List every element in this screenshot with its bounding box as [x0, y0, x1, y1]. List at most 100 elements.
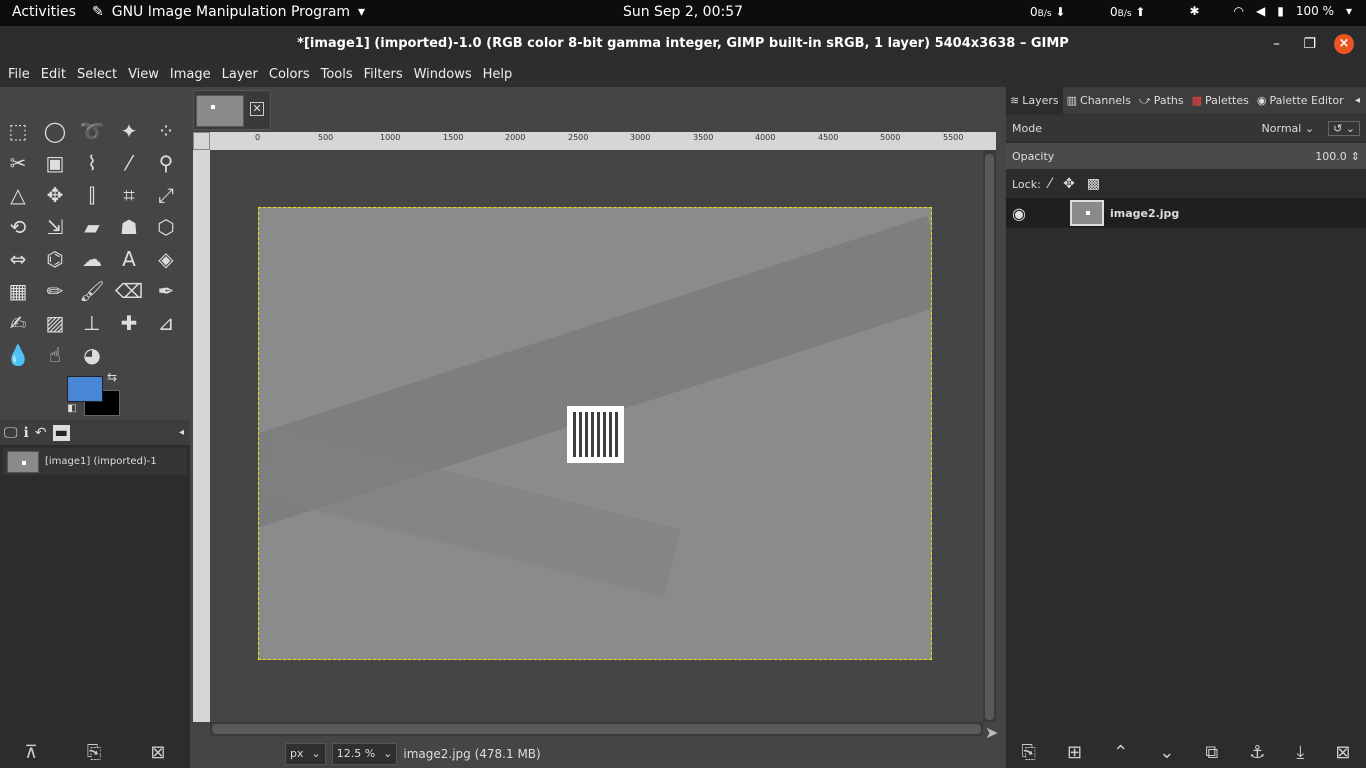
panel-menu-icon[interactable]: ◂ — [179, 427, 184, 438]
delete-layer-icon[interactable]: ⊠ — [1335, 742, 1350, 763]
layer-item[interactable]: ◉ image2.jpg — [1006, 198, 1366, 228]
zoom-select[interactable]: 12.5 % ⌄ — [331, 742, 398, 765]
zoom-icon[interactable]: ⚲ — [151, 148, 181, 178]
bucket-fill-icon[interactable]: ◈ — [151, 244, 181, 274]
mode-reset-icon[interactable]: ↺ ⌄ — [1328, 120, 1360, 136]
paintbrush-icon[interactable]: 🖌 — [77, 276, 107, 306]
swap-colors-icon[interactable]: ⇆ — [102, 367, 122, 387]
close-tab-icon[interactable]: ✕ — [250, 102, 264, 116]
heal-icon[interactable]: ✚ — [114, 308, 144, 338]
menu-edit[interactable]: Edit — [41, 67, 66, 82]
opacity-slider[interactable]: Opacity 100.0 ⇕ — [1006, 143, 1366, 169]
opacity-value[interactable]: 100.0 — [1315, 150, 1347, 163]
scissors-icon[interactable]: ✂ — [3, 148, 33, 178]
lower-layer-icon[interactable]: ⌄ — [1159, 742, 1174, 763]
perspective-clone-icon[interactable]: ⊿ — [151, 308, 181, 338]
menu-select[interactable]: Select — [77, 67, 117, 82]
tab-palette-editor[interactable]: ◉ Palette Editor — [1253, 87, 1348, 114]
eye-icon[interactable]: ◉ — [1012, 204, 1026, 223]
app-menu[interactable]: ✎ GNU Image Manipulation Program ▾ — [92, 4, 365, 20]
menu-layer[interactable]: Layer — [222, 67, 258, 82]
lock-alpha-icon[interactable]: ▩ — [1087, 176, 1100, 192]
menu-image[interactable]: Image — [170, 67, 211, 82]
chevron-down-icon[interactable]: ▾ — [1346, 4, 1352, 18]
shear-icon[interactable]: ▰ — [77, 212, 107, 242]
menu-file[interactable]: File — [8, 67, 30, 82]
canvas-viewport[interactable] — [210, 150, 983, 722]
menu-view[interactable]: View — [128, 67, 159, 82]
lock-position-icon[interactable]: ✥ — [1063, 176, 1075, 192]
foreground-select-icon[interactable]: ▣ — [40, 148, 70, 178]
unit-select[interactable]: px ⌄ — [285, 742, 326, 765]
horizontal-scrollbar[interactable] — [210, 722, 983, 736]
gradient-icon[interactable]: ▦ — [3, 276, 33, 306]
flip-icon[interactable]: ⇔ — [3, 244, 33, 274]
volume-icon[interactable]: ◀ — [1256, 4, 1265, 18]
tab-paths[interactable]: ⤻ Paths — [1135, 87, 1188, 114]
color-select-icon[interactable]: ⁘ — [151, 116, 181, 146]
tab-layers[interactable]: ≋ Layers — [1006, 87, 1063, 114]
horizontal-ruler[interactable]: 0 500 1000 1500 2000 2500 3000 3500 4000… — [210, 132, 996, 150]
menu-windows[interactable]: Windows — [414, 67, 472, 82]
color-picker-icon[interactable]: ⁄ — [114, 148, 144, 178]
free-select-icon[interactable]: ➰ — [77, 116, 107, 146]
dodge-burn-icon[interactable]: ◕ — [77, 340, 107, 370]
new-display-icon[interactable]: ⎘ — [87, 742, 101, 763]
image-canvas[interactable] — [258, 207, 932, 660]
menu-filters[interactable]: Filters — [364, 67, 403, 82]
quick-mask-toggle[interactable] — [193, 132, 210, 150]
battery-icon[interactable]: ▮ — [1277, 4, 1284, 18]
rotate-icon[interactable]: ⟲ — [3, 212, 33, 242]
blur-icon[interactable]: 💧 — [3, 340, 33, 370]
tool-options-tab-icon[interactable]: 🖵 — [4, 425, 18, 441]
foreground-color[interactable] — [67, 376, 103, 402]
measure-icon[interactable]: △ — [3, 180, 33, 210]
clock[interactable]: Sun Sep 2, 00:57 — [623, 4, 743, 20]
delete-image-icon[interactable]: ⊠ — [150, 742, 165, 763]
menu-tools[interactable]: Tools — [321, 67, 353, 82]
merge-layer-icon[interactable]: ⤓ — [1296, 742, 1304, 763]
wifi-icon[interactable]: ◠ — [1234, 4, 1244, 18]
default-colors-icon[interactable]: ◧ — [62, 399, 82, 419]
move-icon[interactable]: ✥ — [40, 180, 70, 210]
fuzzy-select-icon[interactable]: ✦ — [114, 116, 144, 146]
layer-name[interactable]: image2.jpg — [1110, 207, 1179, 220]
ellipse-select-icon[interactable]: ◯ — [40, 116, 70, 146]
unified-transform-icon[interactable]: ⤢ — [151, 180, 181, 210]
perspective-icon[interactable]: ⬡ — [151, 212, 181, 242]
cage-icon[interactable]: ☗ — [114, 212, 144, 242]
crop-icon[interactable]: ⌗ — [114, 180, 144, 210]
vertical-scrollbar[interactable] — [983, 150, 996, 722]
activities-button[interactable]: Activities — [12, 4, 76, 20]
lock-pixels-icon[interactable]: ⁄ — [1049, 176, 1051, 192]
extension-icon[interactable]: ✱ — [1189, 4, 1199, 18]
stepper-icon[interactable]: ⇕ — [1351, 150, 1360, 163]
menu-colors[interactable]: Colors — [269, 67, 310, 82]
duplicate-layer-icon[interactable]: ⧉ — [1205, 742, 1218, 763]
pencil-icon[interactable]: ✏ — [40, 276, 70, 306]
vertical-ruler[interactable] — [193, 150, 210, 722]
warp-icon[interactable]: ⌬ — [40, 244, 70, 274]
menu-help[interactable]: Help — [483, 67, 513, 82]
image-list-item[interactable]: [image1] (imported)-1 — [3, 448, 187, 475]
paths-icon[interactable]: ⌇ — [77, 148, 107, 178]
maximize-button[interactable]: ❐ — [1303, 26, 1316, 62]
text-icon[interactable]: A — [114, 244, 144, 274]
rect-select-icon[interactable]: ⬚ — [3, 116, 33, 146]
align-icon[interactable]: ⫿ — [77, 180, 107, 210]
tab-palettes[interactable]: ▩ Palettes — [1188, 87, 1253, 114]
ink-icon[interactable]: ✍ — [3, 308, 33, 338]
new-layer-icon[interactable]: ⎘ — [1022, 742, 1036, 763]
smudge-area-icon[interactable]: ☁ — [77, 244, 107, 274]
close-button[interactable]: × — [1334, 34, 1354, 54]
raise-layer-icon[interactable]: ⌃ — [1113, 742, 1128, 763]
new-group-icon[interactable]: ⊞ — [1067, 742, 1082, 763]
smudge-icon[interactable]: ☝ — [40, 340, 70, 370]
clone-icon[interactable]: ⊥ — [77, 308, 107, 338]
undo-history-tab-icon[interactable]: ↶ — [35, 425, 47, 441]
eraser-icon[interactable]: ⌫ — [114, 276, 144, 306]
mode-select[interactable]: Normal ⌄ — [1262, 122, 1315, 135]
dock-menu-icon[interactable]: ◂ — [1355, 95, 1360, 106]
battery-level[interactable]: 100 % — [1296, 4, 1334, 18]
raise-view-icon[interactable]: ⊼ — [25, 742, 38, 763]
